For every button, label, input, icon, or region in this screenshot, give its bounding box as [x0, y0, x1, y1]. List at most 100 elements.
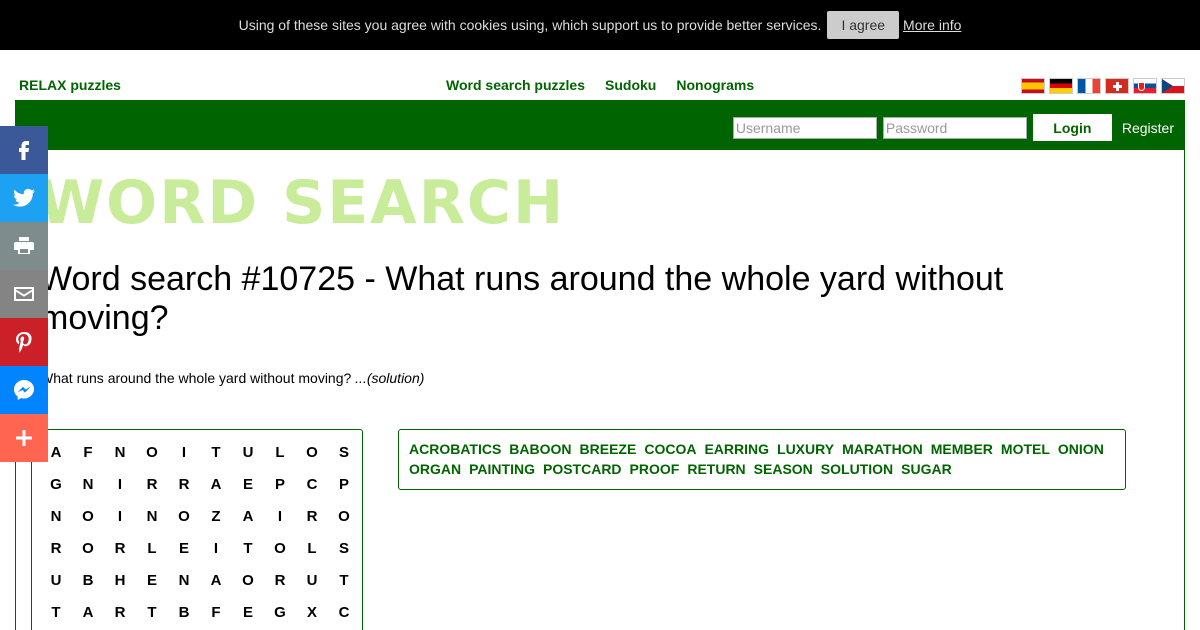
grid-cell[interactable]: O	[168, 500, 200, 532]
grid-cell[interactable]: U	[296, 564, 328, 596]
pinterest-share-button[interactable]	[0, 318, 48, 366]
facebook-icon	[19, 141, 29, 160]
grid-cell[interactable]: T	[232, 532, 264, 564]
grid-cell[interactable]: E	[232, 596, 264, 628]
word-item: POSTCARD	[542, 461, 622, 477]
grid-cell[interactable]: G	[40, 468, 72, 500]
grid-cell[interactable]: I	[104, 500, 136, 532]
grid-cell[interactable]: P	[264, 468, 296, 500]
grid-cell[interactable]: U	[232, 436, 264, 468]
grid-cell[interactable]: S	[328, 532, 360, 564]
letter-grid-box: AFNOITULOSGNIRRAEPCPNOINOZAIRORORLEITOLS…	[31, 429, 363, 630]
grid-cell[interactable]: E	[136, 564, 168, 596]
grid-cell[interactable]: O	[264, 532, 296, 564]
grid-cell[interactable]: O	[232, 564, 264, 596]
grid-cell[interactable]: B	[168, 596, 200, 628]
grid-cell[interactable]: R	[264, 564, 296, 596]
word-item: ACROBATICS	[409, 441, 502, 457]
slovakia-flag-icon[interactable]	[1133, 78, 1157, 94]
brand-link[interactable]: RELAX puzzles	[19, 77, 121, 93]
word-search-logo: WORD SEARCH	[38, 168, 566, 238]
grid-cell[interactable]: O	[72, 500, 104, 532]
grid-cell[interactable]: I	[168, 436, 200, 468]
grid-cell[interactable]: R	[136, 468, 168, 500]
print-share-button[interactable]	[0, 222, 48, 270]
grid-cell[interactable]: R	[296, 500, 328, 532]
france-flag-icon[interactable]	[1077, 78, 1101, 94]
grid-cell[interactable]: L	[296, 532, 328, 564]
email-icon	[14, 287, 34, 301]
grid-cell[interactable]: Z	[200, 500, 232, 532]
main-nav: Word search puzzles Sudoku Nonograms	[446, 77, 754, 93]
grid-cell[interactable]: R	[168, 468, 200, 500]
more-info-link[interactable]: More info	[903, 17, 961, 33]
grid-cell[interactable]: I	[104, 468, 136, 500]
more-share-button[interactable]	[0, 414, 48, 462]
grid-cell[interactable]: C	[328, 596, 360, 628]
grid-cell[interactable]: N	[168, 564, 200, 596]
grid-cell[interactable]: O	[328, 500, 360, 532]
grid-cell[interactable]: X	[296, 596, 328, 628]
grid-cell[interactable]: G	[264, 596, 296, 628]
register-link[interactable]: Register	[1122, 120, 1174, 136]
grid-cell[interactable]: N	[72, 468, 104, 500]
grid-cell[interactable]: N	[40, 500, 72, 532]
word-list: ACROBATICS BABOON BREEZE COCOA EARRING LUXURY…	[409, 440, 1115, 478]
email-share-button[interactable]	[0, 270, 48, 318]
grid-cell[interactable]: R	[104, 596, 136, 628]
grid-cell[interactable]: O	[72, 532, 104, 564]
grid-cell[interactable]: B	[72, 564, 104, 596]
switzerland-flag-icon[interactable]	[1105, 78, 1129, 94]
page-title: Word search #10725 - What runs around th…	[40, 260, 1004, 337]
grid-cell[interactable]: I	[200, 532, 232, 564]
grid-cell[interactable]: C	[296, 468, 328, 500]
germany-flag-icon[interactable]	[1049, 78, 1073, 94]
grid-cell[interactable]: U	[40, 564, 72, 596]
grid-cell[interactable]: F	[72, 436, 104, 468]
grid-cell[interactable]: T	[40, 596, 72, 628]
messenger-share-button[interactable]	[0, 366, 48, 414]
username-input[interactable]	[732, 116, 877, 139]
grid-cell[interactable]: P	[328, 468, 360, 500]
grid-cell[interactable]: E	[232, 468, 264, 500]
grid-cell[interactable]: L	[264, 436, 296, 468]
facebook-share-button[interactable]	[0, 126, 48, 174]
password-input[interactable]	[882, 116, 1027, 139]
grid-cell[interactable]: N	[136, 500, 168, 532]
grid-cell[interactable]: A	[200, 564, 232, 596]
share-sidebar	[0, 126, 48, 462]
grid-cell[interactable]: A	[72, 596, 104, 628]
grid-cell[interactable]: T	[200, 436, 232, 468]
grid-cell[interactable]: H	[104, 564, 136, 596]
grid-cell[interactable]: O	[136, 436, 168, 468]
grid-cell[interactable]: R	[104, 532, 136, 564]
login-button[interactable]: Login	[1032, 114, 1112, 141]
twitter-share-button[interactable]	[0, 174, 48, 222]
grid-cell[interactable]: A	[232, 500, 264, 532]
question-text: What runs around the whole yard without …	[40, 370, 352, 386]
grid-cell[interactable]: S	[328, 436, 360, 468]
word-item: SOLUTION	[820, 461, 894, 477]
grid-cell[interactable]: N	[104, 436, 136, 468]
grid-cell[interactable]: I	[264, 500, 296, 532]
czech-flag-icon[interactable]	[1161, 78, 1185, 94]
grid-cell[interactable]: R	[40, 532, 72, 564]
nav-sudoku[interactable]: Sudoku	[605, 77, 656, 93]
grid-cell[interactable]: A	[200, 468, 232, 500]
grid-cell[interactable]: E	[168, 532, 200, 564]
nav-word-search[interactable]: Word search puzzles	[446, 77, 585, 93]
word-item: ORGAN	[409, 461, 462, 477]
grid-cell[interactable]: L	[136, 532, 168, 564]
grid-cell[interactable]: T	[136, 596, 168, 628]
spain-flag-icon[interactable]	[1021, 78, 1045, 94]
solution-link[interactable]: ...(solution)	[355, 370, 424, 386]
word-item: ONION	[1057, 441, 1104, 457]
word-item: SEASON	[753, 461, 813, 477]
grid-cell[interactable]: T	[328, 564, 360, 596]
nav-nonograms[interactable]: Nonograms	[676, 77, 754, 93]
grid-cell[interactable]: F	[200, 596, 232, 628]
agree-button[interactable]: I agree	[827, 11, 900, 39]
letter-grid: AFNOITULOSGNIRRAEPCPNOINOZAIRORORLEITOLS…	[40, 436, 360, 628]
grid-cell[interactable]: O	[296, 436, 328, 468]
word-item: PROOF	[629, 461, 680, 477]
